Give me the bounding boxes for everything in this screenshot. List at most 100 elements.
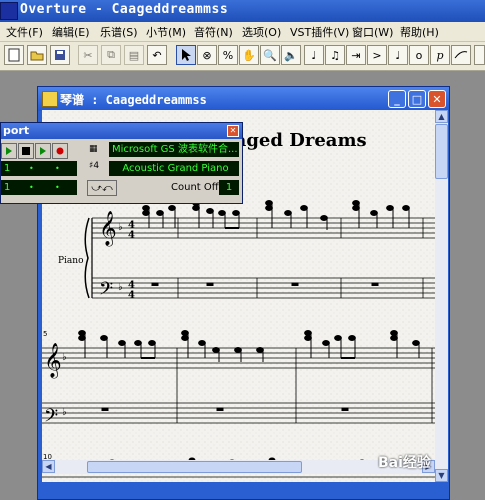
paste-button[interactable]: ▤ <box>124 45 144 65</box>
play-button-partial[interactable] <box>1 143 17 159</box>
transport-close-button[interactable]: ✕ <box>227 125 239 137</box>
svg-text:♭: ♭ <box>118 222 123 233</box>
slur-button[interactable] <box>451 45 471 65</box>
menu-edit[interactable]: 编辑(E) <box>52 24 90 40</box>
percent-tool-button[interactable]: % <box>218 45 238 65</box>
beamed-notes-icon: ♫ <box>330 48 340 62</box>
zoom-tool-button[interactable]: 🔍 <box>260 45 280 65</box>
svg-text:♭: ♭ <box>62 407 67 418</box>
play-icon <box>40 147 46 155</box>
svg-text:𝄞: 𝄞 <box>44 343 62 379</box>
score-window-titlebar[interactable]: 琴谱 : Caageddreammss _ □ ✕ <box>38 87 449 111</box>
menu-window[interactable]: 窗口(W) <box>352 24 393 40</box>
zoom-icon: 🔍 <box>263 48 277 62</box>
channel-icon: ♯4 <box>89 161 100 171</box>
accent-button[interactable]: > <box>367 45 387 65</box>
menu-options[interactable]: 选项(O) <box>242 24 281 40</box>
counter-arrow-icon: • <box>55 183 60 192</box>
menu-help[interactable]: 帮助(H) <box>400 24 439 40</box>
counter-arrow-icon: • <box>55 164 60 173</box>
instrument-label: Piano <box>58 256 84 266</box>
undo-button[interactable]: ↶ <box>147 45 167 65</box>
select-tool-button[interactable] <box>176 45 196 65</box>
undo-icon: ↶ <box>152 48 162 62</box>
quarter-note-icon: ♩ <box>395 48 401 62</box>
record-icon <box>56 147 64 155</box>
score-window-title: 琴谱 : Caageddreammss <box>60 93 207 107</box>
arrow-cursor-icon <box>182 49 191 61</box>
open-file-button[interactable] <box>27 45 47 65</box>
note-duration-button[interactable]: ♩ <box>388 45 408 65</box>
hand-tool-button[interactable]: ✋ <box>239 45 259 65</box>
menu-measure[interactable]: 小节(M) <box>146 24 186 40</box>
copy-button[interactable]: ⧉ <box>101 45 121 65</box>
chord-icon: ⇥ <box>351 48 361 62</box>
paste-icon: ▤ <box>128 48 140 62</box>
watermark-logo: Bai经验 <box>378 455 431 471</box>
horizontal-scroll-thumb[interactable] <box>87 461 302 473</box>
minimize-button[interactable]: _ <box>388 90 406 108</box>
menu-file[interactable]: 文件(F) <box>6 24 43 40</box>
accent-icon: > <box>372 48 382 62</box>
app-logo-icon <box>0 2 18 20</box>
speaker-tool-button[interactable]: 🔈 <box>281 45 301 65</box>
svg-text:𝄞: 𝄞 <box>99 211 117 247</box>
transport-title: port <box>3 124 30 137</box>
play-button[interactable] <box>35 143 51 159</box>
svg-text:𝄢: 𝄢 <box>44 406 58 431</box>
transport-panel[interactable]: port ✕ ▦ Microsoft GS 波表软件合... 1 • • ♯4 Ac… <box>0 122 243 204</box>
counter-arrow-icon: • <box>29 164 34 173</box>
erase-icon: ⊗ <box>202 48 212 62</box>
vertical-scrollbar[interactable]: ▲ ▼ <box>435 110 448 482</box>
stop-icon <box>22 147 30 155</box>
position-value-1: 1 <box>4 163 11 174</box>
app-title: Overture - Caageddreammss <box>20 2 229 17</box>
speaker-icon: 🔈 <box>284 48 298 62</box>
svg-text:4: 4 <box>128 290 135 301</box>
instrument-select[interactable]: Acoustic Grand Piano <box>109 161 239 176</box>
horizontal-scrollbar[interactable]: ◀ ▶ <box>42 460 435 474</box>
save-button[interactable] <box>50 45 70 65</box>
menu-score[interactable]: 乐谱(S) <box>100 24 138 40</box>
whole-note-icon: o <box>415 48 423 62</box>
cut-button[interactable]: ✂ <box>78 45 98 65</box>
scroll-down-button[interactable]: ▼ <box>435 469 448 482</box>
note-chord-button[interactable]: ⇥ <box>346 45 366 65</box>
menu-note[interactable]: 音符(N) <box>194 24 233 40</box>
new-file-button[interactable] <box>4 45 24 65</box>
score-window-icon <box>42 91 58 107</box>
transport-titlebar[interactable]: port ✕ <box>1 123 242 139</box>
svg-text:♭: ♭ <box>62 352 67 363</box>
position-counter-1[interactable]: 1 • • <box>1 161 77 176</box>
counter-arrow-icon: • <box>29 183 34 192</box>
midi-device-icon: ▦ <box>89 144 98 154</box>
stop-button[interactable] <box>18 143 34 159</box>
close-icon: ✕ <box>432 92 442 106</box>
midi-device-select[interactable]: Microsoft GS 波表软件合... <box>109 142 239 157</box>
dynamic-p-button[interactable]: p <box>430 45 450 65</box>
whole-note-button[interactable]: o <box>409 45 429 65</box>
close-button[interactable]: ✕ <box>428 90 446 108</box>
slur-icon <box>454 51 468 59</box>
position-value-2: 1 <box>4 182 11 193</box>
loop-button[interactable]: ⤻⤺ <box>87 180 117 196</box>
maximize-button[interactable]: □ <box>408 90 426 108</box>
transport-body: ▦ Microsoft GS 波表软件合... 1 • • ♯4 Acoustic … <box>1 139 242 203</box>
scroll-left-button[interactable]: ◀ <box>42 460 55 473</box>
note-quarter-button[interactable]: ♩ <box>304 45 324 65</box>
piano-dynamic-icon: p <box>436 48 444 62</box>
scroll-up-button[interactable]: ▲ <box>435 110 448 123</box>
measure-number-5: 5 <box>43 330 48 338</box>
app-title-bar: Overture - Caageddreammss <box>0 0 485 22</box>
record-button[interactable] <box>52 143 68 159</box>
toolbar-overflow[interactable] <box>474 45 485 65</box>
note-beamed-button[interactable]: ♫ <box>325 45 345 65</box>
count-off-value[interactable]: 1 <box>219 180 239 195</box>
erase-tool-button[interactable]: ⊗ <box>197 45 217 65</box>
vertical-scroll-thumb[interactable] <box>435 124 448 179</box>
loop-icon: ⤻⤺ <box>91 182 113 194</box>
position-counter-2[interactable]: 1 • • <box>1 180 77 195</box>
menu-vst[interactable]: VST插件(V) <box>290 24 349 40</box>
quarter-note-icon: ♩ <box>311 48 317 62</box>
menu-bar: 文件(F) 编辑(E) 乐谱(S) 小节(M) 音符(N) 选项(O) VST插… <box>0 22 485 42</box>
